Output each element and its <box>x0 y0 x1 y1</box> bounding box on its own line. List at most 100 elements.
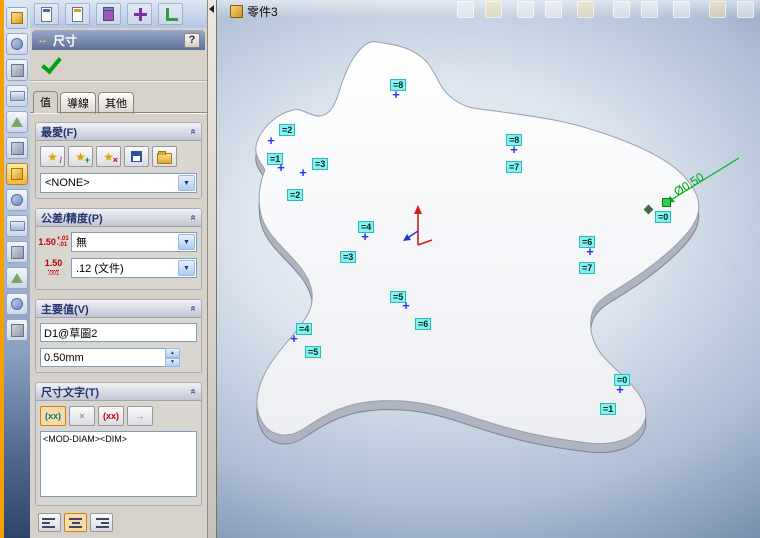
feature-icon <box>11 194 23 206</box>
sketch-point-label[interactable]: =7 <box>506 161 523 173</box>
parentheses-button[interactable]: (xx) <box>40 406 66 426</box>
leader-arrow-button[interactable]: → <box>127 406 153 426</box>
group-dimension-text: 尺寸文字(T) » (xx) × (xx) → <MOD-DIAM><DIM> <box>35 382 202 506</box>
sketch-point-label[interactable]: =1 <box>600 403 617 415</box>
entities-button[interactable] <box>96 3 121 25</box>
document-button[interactable] <box>34 3 59 25</box>
combo-arrow-icon[interactable]: ▼ <box>178 234 195 250</box>
left-toolbar-button-1[interactable] <box>6 7 28 29</box>
left-toolbar-button-8[interactable] <box>6 189 28 211</box>
pencil-icon: / <box>59 155 62 165</box>
sketch-button[interactable] <box>65 3 90 25</box>
ok-button[interactable] <box>38 52 64 77</box>
remove-text-button[interactable]: × <box>69 406 95 426</box>
entities-icon <box>103 7 114 21</box>
justify-right-button[interactable] <box>90 513 113 532</box>
confirm-row <box>30 50 207 81</box>
dimension-attach-handle[interactable] <box>662 198 671 207</box>
panel-splitter[interactable] <box>208 0 217 538</box>
favorite-load-button[interactable] <box>152 146 177 167</box>
group-primary-value: 主要值(V) » ▲ ▼ <box>35 299 202 373</box>
justify-center-button[interactable] <box>64 513 87 532</box>
tolerance-type-combo[interactable]: 無 ▼ <box>71 232 197 252</box>
favorite-apply-default-button[interactable]: ★ / <box>40 146 65 167</box>
left-toolbar-button-11[interactable] <box>6 267 28 289</box>
move-crosshair-icon <box>134 7 147 21</box>
feature-icon <box>11 273 23 283</box>
combo-arrow-icon[interactable]: ▼ <box>178 175 195 191</box>
feature-icon <box>11 12 23 24</box>
panel-body: 最愛(F) » ★ / ★ + ★ × <NONE> ▼ 公差/精度(P) » … <box>30 113 207 509</box>
model-top-face[interactable] <box>255 41 700 445</box>
sketch-point-label[interactable]: =3 <box>340 251 357 263</box>
spin-down-button[interactable]: ▼ <box>165 357 180 367</box>
sketch-point-label[interactable]: =4 <box>296 323 313 335</box>
sketch-point-marker[interactable]: + <box>361 230 369 243</box>
tab-leaders[interactable]: 導線 <box>60 92 96 114</box>
combo-arrow-icon[interactable]: ▼ <box>178 260 195 276</box>
feature-icon <box>10 245 24 259</box>
feature-icon <box>11 117 23 127</box>
dimension-text-buttons: (xx) × (xx) → <box>40 406 197 426</box>
sketch-point-marker[interactable]: + <box>586 245 594 258</box>
left-toolbar-button-10[interactable] <box>6 241 28 263</box>
spin-up-button[interactable]: ▲ <box>165 348 180 358</box>
dimension-value-field[interactable] <box>40 348 165 367</box>
tab-value[interactable]: 值 <box>33 91 58 113</box>
left-toolbar-button-9[interactable] <box>6 215 28 237</box>
graphics-viewport[interactable]: 零件3 Ø0.50 =8 + =2 + =1 + =3 + =2 =8 + =7… <box>217 0 760 538</box>
left-toolbar-button-2[interactable] <box>6 33 28 55</box>
dimension-text-area[interactable]: <MOD-DIAM><DIM> <box>40 431 197 497</box>
sketch-point-label[interactable]: =2 <box>279 124 296 136</box>
dual-parentheses-button[interactable]: (xx) <box>98 406 124 426</box>
favorite-delete-button[interactable]: ★ × <box>96 146 121 167</box>
sketch-point-label[interactable]: =3 <box>312 158 329 170</box>
left-toolbar-button-13[interactable] <box>6 319 28 341</box>
left-toolbar-button-4[interactable] <box>6 85 28 107</box>
axes-icon <box>165 7 178 21</box>
sketch-point-marker[interactable]: + <box>616 383 624 396</box>
check-icon <box>40 52 62 74</box>
tab-other[interactable]: 其他 <box>98 92 134 114</box>
precision-icon-main: 1.50 <box>44 258 63 268</box>
dimension-name-field[interactable] <box>40 323 197 342</box>
sketch-point-label[interactable]: =2 <box>287 189 304 201</box>
left-toolbar-button-6[interactable] <box>6 137 28 159</box>
group-title: 尺寸文字(T) <box>41 386 100 399</box>
favorite-save-button[interactable] <box>124 146 149 167</box>
sketch-point-marker[interactable]: + <box>277 161 285 174</box>
group-dimension-text-header[interactable]: 尺寸文字(T) » <box>36 383 201 401</box>
feature-icon <box>9 91 25 101</box>
sketch-point-marker[interactable]: + <box>267 134 275 147</box>
justify-left-button[interactable] <box>38 513 61 532</box>
group-favorites-header[interactable]: 最愛(F) » <box>36 123 201 141</box>
feature-icon <box>9 221 25 231</box>
document-icon <box>41 6 52 22</box>
sketch-point-label[interactable]: =7 <box>579 262 596 274</box>
left-toolbar-button-7[interactable] <box>6 163 28 185</box>
left-toolbar-button-12[interactable] <box>6 293 28 315</box>
favorites-combo[interactable]: <NONE> ▼ <box>40 173 197 193</box>
sketch-point-label[interactable]: =0 <box>655 211 672 223</box>
axes-button[interactable] <box>158 3 183 25</box>
app-window: ↔ 尺寸 ? 值 導線 其他 最愛(F) » ★ / ★ + ★ × <NONE… <box>0 0 760 538</box>
sketch-point-label[interactable]: =6 <box>415 318 432 330</box>
group-tolerance: 公差/精度(P) » 1.50 +.01 -.01 無 ▼ 1.50 .001 … <box>35 208 202 290</box>
feature-icon <box>11 38 23 50</box>
precision-combo[interactable]: .12 (文件) ▼ <box>71 258 197 278</box>
left-toolbar-button-3[interactable] <box>6 59 28 81</box>
sketch-point-label[interactable]: =5 <box>305 346 322 358</box>
group-primary-value-header[interactable]: 主要值(V) » <box>36 300 201 318</box>
group-tolerance-header[interactable]: 公差/精度(P) » <box>36 209 201 227</box>
favorite-add-button[interactable]: ★ + <box>68 146 93 167</box>
sketch-point-marker[interactable]: + <box>510 143 518 156</box>
left-toolbar-button-5[interactable] <box>6 111 28 133</box>
model-face[interactable] <box>217 0 760 538</box>
move-button[interactable] <box>127 3 152 25</box>
sketch-point-marker[interactable]: + <box>290 332 298 345</box>
sketch-point-marker[interactable]: + <box>402 299 410 312</box>
favorites-buttons: ★ / ★ + ★ × <box>40 146 197 167</box>
sketch-point-marker[interactable]: + <box>299 166 307 179</box>
help-button[interactable]: ? <box>184 32 200 48</box>
sketch-point-marker[interactable]: + <box>392 88 400 101</box>
